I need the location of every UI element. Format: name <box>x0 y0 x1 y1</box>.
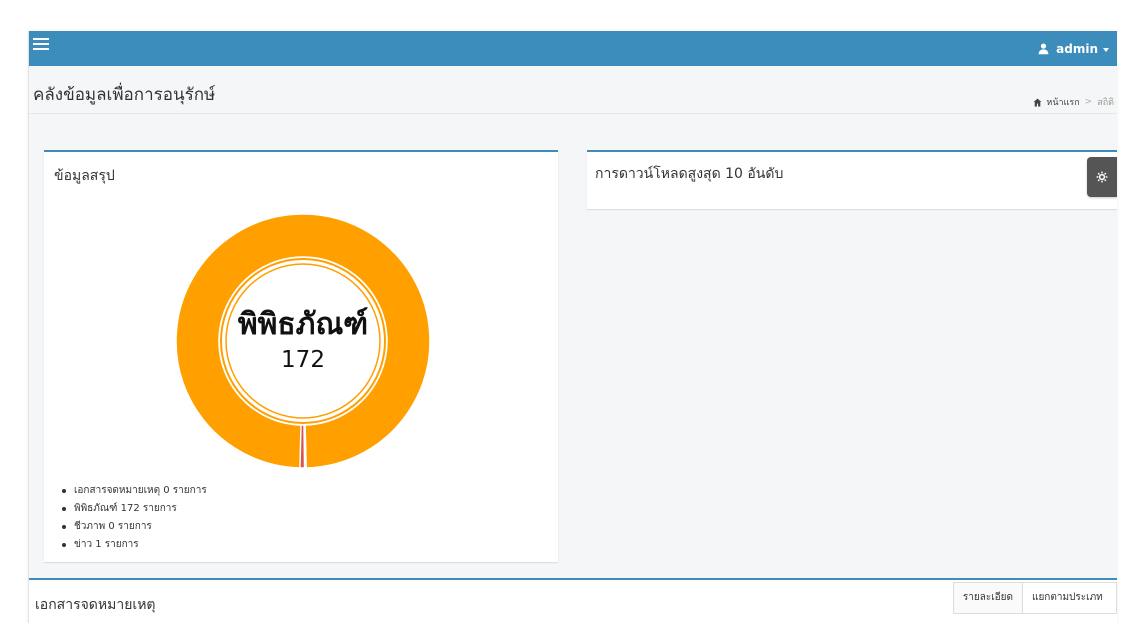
app-window: admin คลังข้อมูลเพื่อการอนุรักษ์ หน้าแรก… <box>28 31 1117 623</box>
tab-by-type[interactable]: แยกตามประเภท <box>1023 582 1117 614</box>
chevron-down-icon <box>1103 47 1109 52</box>
legend-item: พิพิธภัณฑ์ 172 รายการ <box>62 500 207 518</box>
user-label: admin <box>1056 41 1098 56</box>
archival-documents-box: เอกสารจดหมายเหตุ รายละเอียด แยกตามประเภท <box>29 578 1117 623</box>
breadcrumb-home-label: หน้าแรก <box>1046 98 1080 108</box>
top-downloads-box: การดาวน์โหลดสูงสุด 10 อันดับ <box>587 150 1117 209</box>
user-icon <box>1038 43 1049 55</box>
breadcrumb-home-link[interactable]: หน้าแรก <box>1033 95 1080 109</box>
breadcrumb-separator: > <box>1084 97 1093 107</box>
breadcrumb-current: สถิติ <box>1097 98 1114 108</box>
summary-legend-list: เอกสารจดหมายเหตุ 0 รายการ พิพิธภัณฑ์ 172… <box>62 482 207 554</box>
donut-slice-4 <box>299 424 306 469</box>
breadcrumb: หน้าแรก > สถิติ <box>1033 95 1114 109</box>
top-downloads-title: การดาวน์โหลดสูงสุด 10 อันดับ <box>595 166 784 182</box>
legend-item: ข่าว 1 รายการ <box>62 536 207 554</box>
donut-center-value: 172 <box>281 347 325 373</box>
legend-item: ชีวภาพ 0 รายการ <box>62 518 207 536</box>
title-divider <box>29 113 1117 114</box>
home-icon <box>1033 98 1042 106</box>
tab-details[interactable]: รายละเอียด <box>952 582 1023 614</box>
archival-tabs: รายละเอียด แยกตามประเภท <box>952 582 1117 614</box>
top-navigation-bar: admin <box>29 31 1117 66</box>
archival-documents-title: เอกสารจดหมายเหตุ <box>35 597 156 613</box>
summary-box-title: ข้อมูลสรุป <box>54 168 115 184</box>
settings-button[interactable] <box>1087 157 1117 197</box>
legend-item: เอกสารจดหมายเหตุ 0 รายการ <box>62 482 207 500</box>
summary-box: ข้อมูลสรุป พิพิธภัณฑ์ 172 เอกสารจดหมายเห… <box>44 150 558 562</box>
donut-center-label: พิพิธภัณฑ์ <box>237 307 369 342</box>
page-title: คลังข้อมูลเพื่อการอนุรักษ์ <box>33 85 216 105</box>
summary-donut-chart: พิพิธภัณฑ์ 172 <box>172 210 434 472</box>
hamburger-icon[interactable] <box>33 36 49 52</box>
gear-icon <box>1096 171 1108 183</box>
user-menu[interactable]: admin <box>1037 31 1109 66</box>
